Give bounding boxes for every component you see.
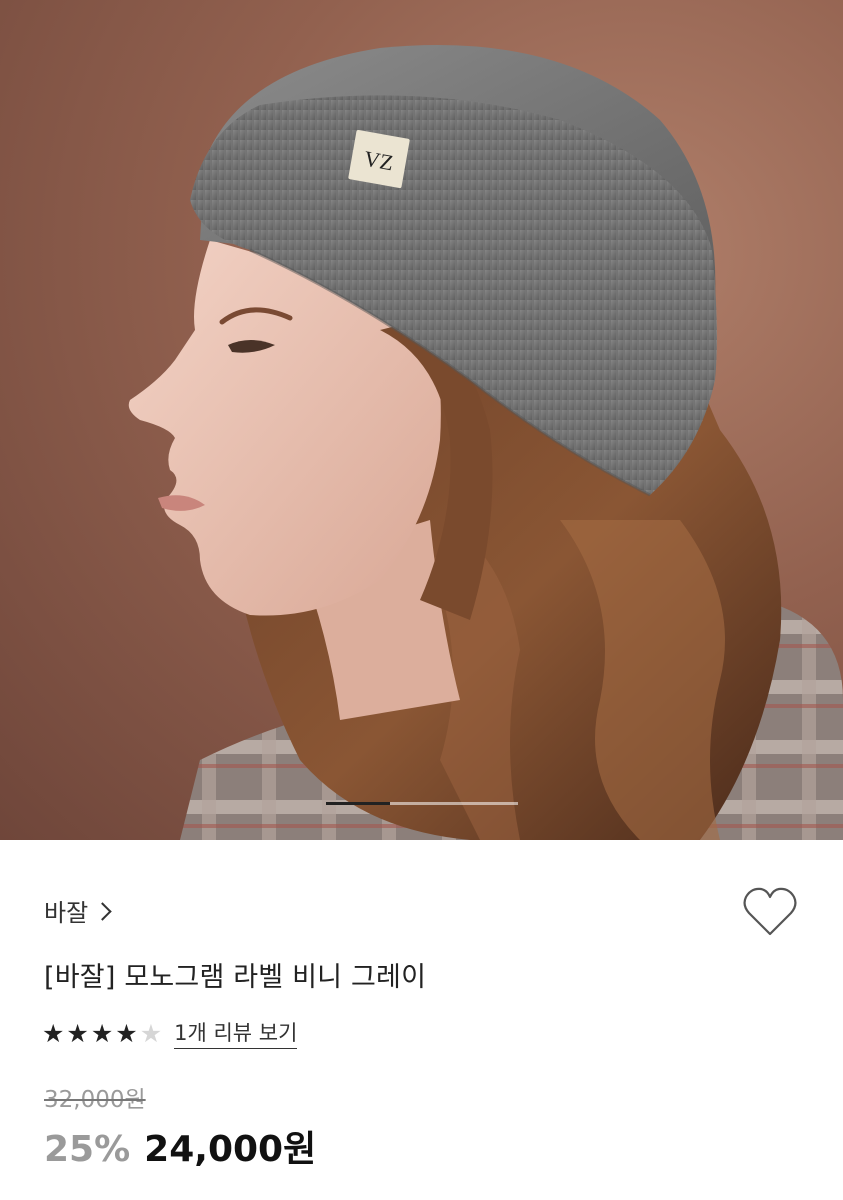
- heart-outline-icon: [743, 887, 797, 936]
- brand-link[interactable]: 바잘: [44, 893, 112, 928]
- sale-price: 24,000원: [144, 1129, 317, 1170]
- svg-text:VZ: VZ: [362, 146, 395, 176]
- star-icon: ★: [42, 1018, 65, 1048]
- price-row: 25% 24,000원: [44, 1120, 316, 1172]
- product-detail-page: VZ 바잘 [바잘] 모노그램 라벨 비니 그레이 ★ ★ ★ ★ ★ 1개 리뷰 보기…: [0, 0, 843, 1200]
- brand-name: 바잘: [44, 899, 89, 927]
- carousel-active-segment: [326, 802, 390, 805]
- discount-rate: 25%: [44, 1129, 131, 1170]
- rating-row: ★ ★ ★ ★ ★ 1개 리뷰 보기: [42, 1016, 298, 1050]
- wishlist-button[interactable]: [740, 884, 800, 940]
- star-icon: ★: [115, 1018, 138, 1048]
- carousel-progress-indicator: [326, 802, 518, 805]
- star-rating: ★ ★ ★ ★ ★: [42, 1021, 162, 1046]
- star-icon: ★: [66, 1018, 89, 1048]
- product-photo: VZ: [128, 45, 843, 840]
- star-icon: ★: [139, 1018, 163, 1048]
- product-title: [바잘] 모노그램 라벨 비니 그레이: [44, 962, 427, 993]
- star-icon: ★: [90, 1018, 114, 1048]
- chevron-right-icon: [93, 901, 112, 921]
- original-price: 32,000원: [44, 1087, 146, 1113]
- product-image-carousel[interactable]: VZ: [0, 0, 843, 840]
- beanie-label: VZ: [348, 130, 410, 188]
- review-link[interactable]: 1개 리뷰 보기: [174, 1017, 298, 1049]
